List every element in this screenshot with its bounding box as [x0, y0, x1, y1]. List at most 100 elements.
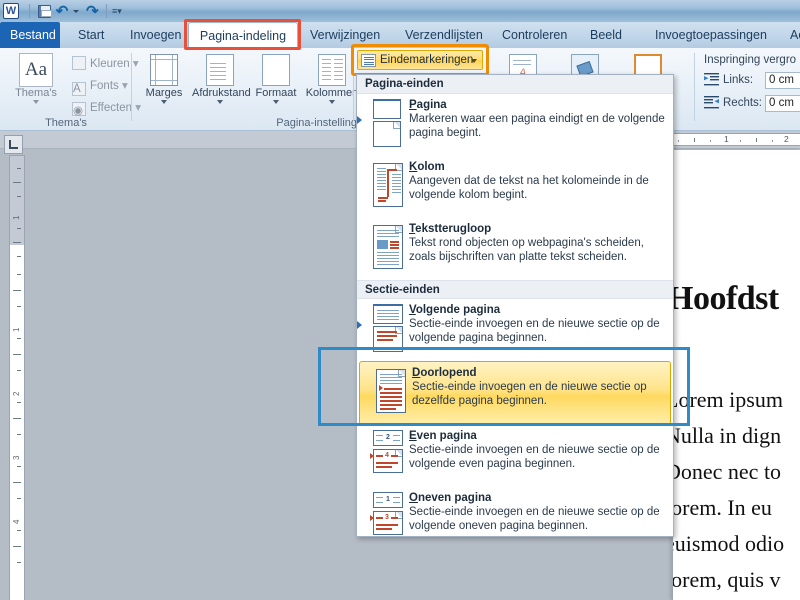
- column-break-icon: [365, 161, 405, 213]
- selection-arrow-icon: [357, 321, 362, 329]
- ruler-number: 1: [12, 215, 21, 220]
- menu-item-desc: Sectie-einde invoegen en de nieuwe secti…: [409, 444, 660, 470]
- menu-item-even-pagina[interactable]: 2 4 Even pagina Sectie-einde invoegen en…: [357, 425, 673, 487]
- tab-acrobat[interactable]: Ac: [780, 22, 800, 48]
- size-label: Formaat: [255, 87, 297, 99]
- menu-item-pagina[interactable]: Pagina Markeren waar een pagina eindigt …: [357, 94, 673, 156]
- ribbon-group-paragraph: Inspringing vergro Links: 0 cm Rechts: 0…: [695, 48, 800, 131]
- breaks-button-label: Eindemarkeringen: [380, 54, 474, 66]
- menu-item-volgende-pagina[interactable]: Volgende pagina Sectie-einde invoegen en…: [357, 299, 673, 361]
- ruler-number: 4: [12, 519, 21, 524]
- tab-invoegtoepassingen[interactable]: Invoegtoepassingen: [645, 22, 777, 48]
- indent-left-input[interactable]: 0 cm: [765, 72, 800, 89]
- horizontal-ruler-scale: 1 2: [660, 131, 800, 148]
- columns-button[interactable]: Kolommen: [304, 54, 360, 104]
- chevron-down-icon[interactable]: [329, 100, 335, 104]
- redo-icon[interactable]: ↶: [83, 2, 101, 20]
- tab-invoegen[interactable]: Invoegen: [120, 22, 191, 48]
- document-page[interactable]: Hoofdst Lorem ipsum Nulla in dign Donec …: [672, 150, 800, 600]
- chevron-down-icon[interactable]: [217, 100, 223, 104]
- indent-title: Inspringing vergro: [704, 54, 797, 66]
- menu-item-title: Pagina: [409, 99, 447, 111]
- menu-item-kolom[interactable]: Kolom Aangeven dat de tekst na het kolom…: [357, 156, 673, 218]
- tab-bestand[interactable]: Bestand: [0, 22, 60, 48]
- chevron-down-icon[interactable]: [33, 100, 39, 104]
- columns-icon: [318, 54, 346, 86]
- ruler-number: 1: [12, 327, 21, 332]
- tab-stop-selector-button[interactable]: [4, 135, 23, 154]
- undo-dropdown-icon[interactable]: [73, 9, 79, 13]
- ruler-number: 3: [12, 455, 21, 460]
- ruler-number: 2: [12, 391, 21, 396]
- menu-section-header-section-breaks: Sectie-einden: [357, 280, 673, 299]
- indent-left-label: Links:: [723, 74, 754, 86]
- ribbon-group-page-setup: Marges Afdrukstand Formaat Kolommen Pagi…: [132, 48, 358, 131]
- colors-icon: [72, 56, 86, 70]
- text-wrapping-break-icon: [365, 223, 405, 275]
- customize-qat-icon[interactable]: ≡▾: [112, 6, 122, 17]
- divider: [353, 53, 354, 121]
- chevron-down-icon[interactable]: [273, 100, 279, 104]
- breaks-icon: [361, 54, 376, 67]
- next-page-section-icon: [365, 304, 405, 356]
- breaks-button[interactable]: Eindemarkeringen: [357, 50, 483, 70]
- menu-item-title: Doorlopend: [412, 367, 477, 379]
- menu-item-desc: Sectie-einde invoegen en de nieuwe secti…: [409, 506, 660, 532]
- menu-item-desc: Sectie-einde invoegen en de nieuwe secti…: [409, 318, 660, 344]
- menu-item-title-rest: agina: [416, 99, 447, 111]
- menu-item-desc: Tekst rond objecten op webpagina's schei…: [409, 237, 644, 263]
- menu-item-title: Kolom: [409, 161, 445, 173]
- even-page-section-icon: 2 4: [365, 430, 405, 482]
- themes-icon: Aa: [19, 53, 53, 87]
- indent-right-label: Rechts:: [723, 97, 762, 109]
- menu-section-header-page-breaks: Pagina-einden: [357, 75, 673, 94]
- document-line: Nulla in dign: [672, 423, 782, 448]
- document-line: lorem, quis v: [672, 567, 781, 592]
- ribbon-group-themes: Aa Thema's Kleuren ▾ A Fonts ▾ ◉ Effecten …: [0, 48, 141, 131]
- size-icon: [262, 54, 290, 86]
- odd-page-section-icon: 1 3: [365, 492, 405, 544]
- theme-fonts-button[interactable]: A Fonts ▾: [72, 78, 128, 96]
- continuous-section-icon: [368, 367, 408, 419]
- orientation-button[interactable]: Afdrukstand: [192, 54, 251, 104]
- tab-beeld[interactable]: Beeld: [580, 22, 632, 48]
- themes-button-label: Thema's: [15, 87, 57, 99]
- tab-pagina-indeling[interactable]: Pagina-indeling: [188, 22, 298, 48]
- document-line: Lorem ipsum: [672, 387, 783, 412]
- save-icon[interactable]: [35, 2, 53, 20]
- menu-item-title: Even pagina: [409, 430, 477, 442]
- tab-verzendlijsten[interactable]: Verzendlijsten: [395, 22, 493, 48]
- indent-right-input[interactable]: 0 cm: [765, 95, 800, 112]
- themes-button[interactable]: Aa Thema's: [8, 53, 64, 104]
- menu-item-doorlopend[interactable]: Doorlopend Sectie-einde invoegen en de n…: [359, 361, 671, 425]
- document-line: lorem. In eu: [672, 495, 772, 520]
- vertical-ruler[interactable]: 1 1 2 3 4: [9, 155, 25, 600]
- effects-icon: ◉: [72, 102, 86, 117]
- tab-verwijzingen[interactable]: Verwijzingen: [300, 22, 390, 48]
- orientation-label: Afdrukstand: [192, 87, 251, 99]
- theme-fonts-label: Fonts: [90, 80, 119, 92]
- ribbon-group-page-setup-label: Pagina-instelling: [276, 117, 357, 129]
- chevron-down-icon[interactable]: [161, 100, 167, 104]
- ruler-number: 1: [724, 134, 729, 144]
- chevron-down-icon[interactable]: [471, 59, 477, 63]
- indent-left-icon: [704, 73, 719, 86]
- menu-item-desc: Aangeven dat de tekst na het kolomeinde …: [409, 175, 649, 201]
- menu-item-oneven-pagina[interactable]: 1 3 Oneven pagina Sectie-einde invoegen …: [357, 487, 673, 549]
- margins-button[interactable]: Marges: [136, 54, 192, 104]
- divider: [29, 4, 30, 18]
- tab-start[interactable]: Start: [68, 22, 114, 48]
- theme-colors-button[interactable]: Kleuren ▾: [72, 56, 139, 70]
- menu-item-title: Volgende pagina: [409, 304, 501, 316]
- word-icon[interactable]: W: [3, 3, 19, 19]
- divider: [106, 4, 107, 18]
- margins-icon: [150, 54, 178, 86]
- ruler-number: 2: [784, 134, 789, 144]
- tab-controleren[interactable]: Controleren: [492, 22, 577, 48]
- menu-item-tekstterugloop[interactable]: Tekstterugloop Tekst rond objecten op we…: [357, 218, 673, 280]
- theme-colors-label: Kleuren: [90, 58, 130, 70]
- fonts-icon: A: [72, 82, 86, 96]
- document-body: Lorem ipsum Nulla in dign Donec nec to l…: [672, 382, 800, 600]
- undo-icon[interactable]: ↶: [53, 2, 71, 20]
- size-button[interactable]: Formaat: [248, 54, 304, 104]
